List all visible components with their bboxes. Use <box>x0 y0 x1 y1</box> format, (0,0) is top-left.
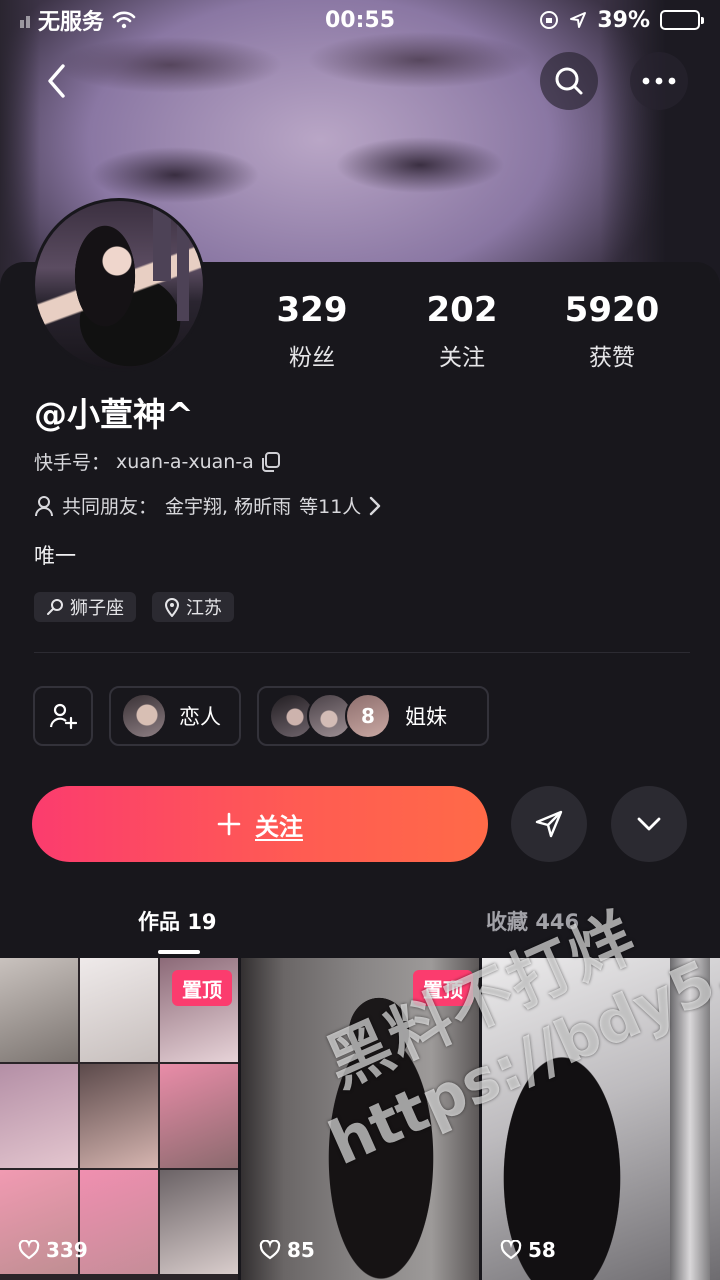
collage-photo <box>0 958 78 1062</box>
battery-icon <box>660 10 704 30</box>
tab-favorites-count: 446 <box>535 910 580 934</box>
video-likes: 339 <box>18 1238 88 1262</box>
video-likes-count: 339 <box>46 1238 88 1262</box>
stat-following[interactable]: 202 关注 <box>382 288 542 372</box>
location-icon <box>570 12 587 28</box>
tag-location-label: 江苏 <box>186 598 222 619</box>
plus-icon <box>217 812 241 836</box>
tag-location[interactable]: 江苏 <box>152 592 234 622</box>
kuaishou-id-row: 快手号： xuan-a-xuan-a <box>34 448 282 475</box>
back-button[interactable] <box>28 52 86 110</box>
mutual-friends-row[interactable]: 共同朋友： 金宇翔, 杨昕雨 等11人 <box>34 492 381 519</box>
username: @小萱神^ <box>34 395 194 434</box>
collage-photo <box>0 1064 78 1168</box>
cover-shadow-right <box>600 0 720 290</box>
kuaishou-id: xuan-a-xuan-a <box>116 450 254 473</box>
video-likes: 58 <box>500 1238 556 1262</box>
carrier-text: 无服务 <box>38 10 105 35</box>
copy-icon[interactable] <box>260 451 282 473</box>
tab-works[interactable]: 作品 19 <box>138 906 217 936</box>
location-pin-icon <box>164 598 180 617</box>
following-label: 关注 <box>439 345 485 371</box>
rotation-lock-icon <box>540 11 559 29</box>
tab-works-count: 19 <box>187 910 217 934</box>
zodiac-icon <box>47 599 63 615</box>
lover-label: 恋人 <box>179 705 221 729</box>
thumbnail-mirror <box>670 958 710 1280</box>
follow-label: 关注 <box>255 812 303 841</box>
pinned-badge: 置顶 <box>413 970 473 1006</box>
active-tab-indicator <box>158 950 200 954</box>
more-button[interactable] <box>630 52 688 110</box>
heart-icon <box>18 1240 40 1260</box>
profile-tags: 狮子座 江苏 <box>34 592 234 622</box>
thumbnail-figure <box>321 988 441 1280</box>
wifi-icon <box>112 11 136 29</box>
sister-label: 姐妹 <box>405 705 447 729</box>
mutual-friends-names: 金宇翔, 杨昕雨 <box>165 496 292 518</box>
heart-icon <box>259 1240 281 1260</box>
search-icon <box>555 67 583 95</box>
stat-likes[interactable]: 5920 获赞 <box>532 288 692 372</box>
collage-photo <box>80 958 158 1062</box>
followers-count: 329 <box>276 290 348 330</box>
status-bar: 无服务 00:55 39% <box>0 0 720 40</box>
relation-sisters[interactable]: 8 姐妹 <box>257 686 489 746</box>
chevron-down-icon <box>637 817 661 831</box>
chevron-left-icon <box>48 64 65 98</box>
search-button[interactable] <box>540 52 598 110</box>
send-message-button[interactable] <box>511 786 587 862</box>
video-thumbnail[interactable]: 58 <box>482 958 720 1280</box>
lover-avatar <box>121 693 167 739</box>
chevron-right-icon <box>370 496 381 515</box>
collage-photo <box>80 1170 158 1274</box>
tag-zodiac[interactable]: 狮子座 <box>34 592 136 622</box>
avatar-photo-detail <box>153 201 171 281</box>
stat-followers[interactable]: 329 粉丝 <box>232 288 392 372</box>
followers-label: 粉丝 <box>289 345 335 371</box>
more-icon <box>642 77 676 85</box>
cover-shadow-left <box>0 0 40 290</box>
collage-photo <box>160 1064 238 1168</box>
paper-plane-icon <box>535 810 563 838</box>
video-likes-count: 58 <box>528 1238 556 1262</box>
tab-favorites-label: 收藏 <box>486 910 528 934</box>
person-icon <box>35 495 53 516</box>
pinned-badge: 置顶 <box>172 970 232 1006</box>
section-divider <box>34 652 690 653</box>
battery-percent: 39% <box>597 7 650 33</box>
video-grid: 置顶 339 置顶 85 58 <box>0 958 720 1280</box>
kuaishou-id-label: 快手号： <box>34 452 111 474</box>
likes-count: 5920 <box>564 290 660 330</box>
likes-label: 获赞 <box>589 345 635 371</box>
video-thumbnail[interactable]: 置顶 85 <box>241 958 479 1280</box>
following-count: 202 <box>426 290 498 330</box>
relation-lover[interactable]: 恋人 <box>109 686 241 746</box>
content-tabs: 作品 19 收藏 446 <box>0 900 720 950</box>
avatar[interactable] <box>32 198 206 372</box>
add-relation-button[interactable] <box>33 686 93 746</box>
video-thumbnail[interactable]: 置顶 339 <box>0 958 238 1280</box>
tab-works-label: 作品 <box>138 910 180 934</box>
tag-zodiac-label: 狮子座 <box>70 598 124 619</box>
avatar-photo-detail <box>177 201 189 321</box>
video-likes: 85 <box>259 1238 315 1262</box>
follow-button[interactable]: 关注 <box>32 786 488 862</box>
signal-icon <box>20 12 30 28</box>
add-person-icon <box>49 703 77 730</box>
collage-photo <box>160 1170 238 1274</box>
video-likes-count: 85 <box>287 1238 315 1262</box>
sister-count-avatar: 8 <box>345 693 391 739</box>
mutual-friends-label: 共同朋友： <box>62 496 158 518</box>
expand-button[interactable] <box>611 786 687 862</box>
tab-favorites[interactable]: 收藏 446 <box>486 906 579 936</box>
heart-icon <box>500 1240 522 1260</box>
collage-photo <box>80 1064 158 1168</box>
mutual-friends-count: 等11人 <box>299 496 362 518</box>
bio-text: 唯一 <box>34 544 76 568</box>
